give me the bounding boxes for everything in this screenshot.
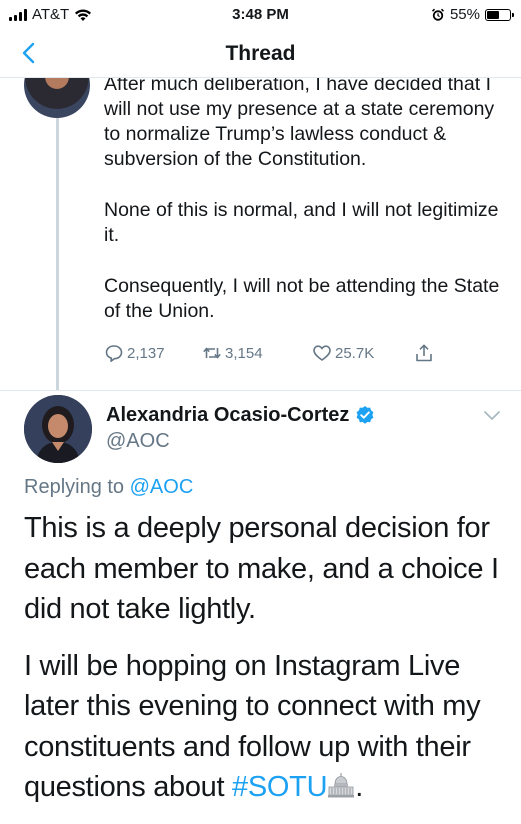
retweet-button[interactable]: 3,154: [202, 343, 263, 363]
reply-count: 2,137: [127, 344, 165, 362]
tweet-actions: 2,137 3,154 25.7K: [104, 341, 444, 365]
replying-to-label: Replying to: [24, 476, 125, 498]
replying-to-link[interactable]: @AOC: [130, 476, 194, 498]
tweet-options-button[interactable]: [482, 408, 502, 422]
chevron-down-icon: [484, 411, 500, 420]
author-handle[interactable]: @AOC: [106, 430, 170, 453]
hashtag-link[interactable]: #SOTU: [232, 771, 327, 803]
battery-group: 55%: [431, 6, 514, 23]
retweet-count: 3,154: [225, 344, 263, 362]
like-button[interactable]: 25.7K: [312, 343, 374, 363]
alarm-icon: [431, 8, 444, 21]
previous-tweet[interactable]: After much deliberation, I have decided …: [0, 78, 521, 390]
like-count: 25.7K: [335, 344, 375, 362]
tweet-paragraph: None of this is normal, and I will not l…: [104, 199, 499, 246]
navigation-bar: Thread: [0, 30, 521, 78]
verified-badge-icon: [356, 406, 374, 424]
tweet-paragraph: Consequently, I will not be attending th…: [104, 275, 500, 322]
tweet-text: This is a deeply personal decision for e…: [24, 508, 504, 824]
battery-percent: 55%: [449, 6, 480, 23]
reply-button[interactable]: 2,137: [104, 343, 165, 363]
status-bar: AT&T 3:48 PM 55%: [0, 0, 521, 30]
previous-tweet-text: After much deliberation, I have decided …: [104, 78, 504, 350]
reply-icon: [105, 345, 123, 362]
capitol-building-icon: [328, 773, 355, 798]
battery-level: [487, 10, 499, 19]
replying-to-line: Replying to @AOC: [24, 476, 193, 499]
heart-icon: [313, 345, 331, 361]
profile-photo: [24, 395, 92, 463]
tweet-paragraph: After much deliberation, I have decided …: [104, 78, 495, 170]
tweet-paragraph: This is a deeply personal decision for e…: [24, 512, 499, 625]
avatar[interactable]: [24, 78, 90, 118]
share-icon: [416, 344, 432, 362]
avatar[interactable]: [24, 395, 92, 463]
battery-icon: [485, 8, 514, 21]
tweet-paragraph: I will be hopping on Instagram Live late…: [24, 646, 504, 808]
tweet-paragraph-end: .: [355, 771, 363, 803]
author-name[interactable]: Alexandria Ocasio-Cortez: [106, 404, 349, 427]
page-title: Thread: [225, 42, 296, 65]
divider: [0, 390, 521, 391]
retweet-icon: [203, 347, 221, 359]
share-button[interactable]: [414, 343, 434, 363]
thread-connector-line: [56, 118, 59, 390]
